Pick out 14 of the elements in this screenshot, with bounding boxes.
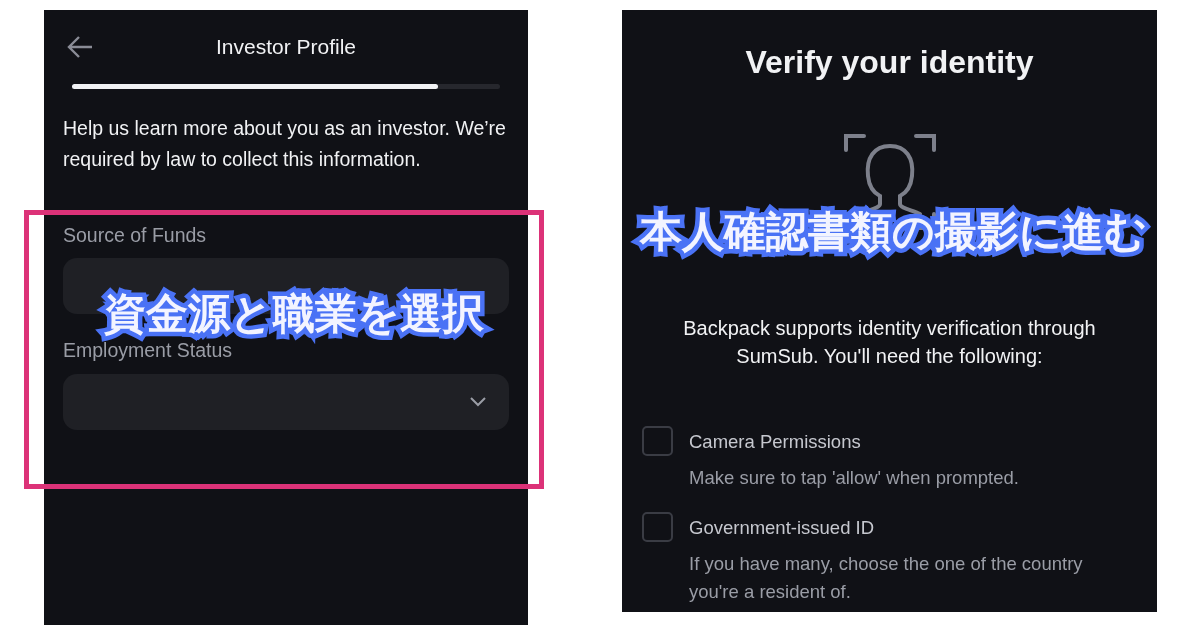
checkbox[interactable]: [642, 426, 673, 456]
chevron-down-icon: [469, 395, 487, 408]
screen-title: Investor Profile: [215, 34, 357, 61]
back-arrow-icon[interactable]: [67, 36, 93, 58]
intro-text: Help us learn more about you as an investor. We’re required by law to collect this information.: [63, 116, 507, 172]
requirement-note: Make sure to tap 'allow' when prompted.: [689, 465, 1019, 490]
screen-title: Verify your identity: [745, 43, 1034, 82]
requirement-title: Government-issued ID: [689, 515, 876, 540]
checkbox[interactable]: [642, 511, 673, 542]
requirement-title: Camera Permissions: [689, 430, 862, 454]
requirement-note: If you have many, choose the one of the country you're a resident of.: [689, 551, 1084, 604]
select-field[interactable]: [63, 373, 509, 430]
description-text: Backpack supports identity verification through SumSub. You'll need the following:: [682, 316, 1097, 369]
field-label: Source of Funds: [63, 223, 208, 248]
